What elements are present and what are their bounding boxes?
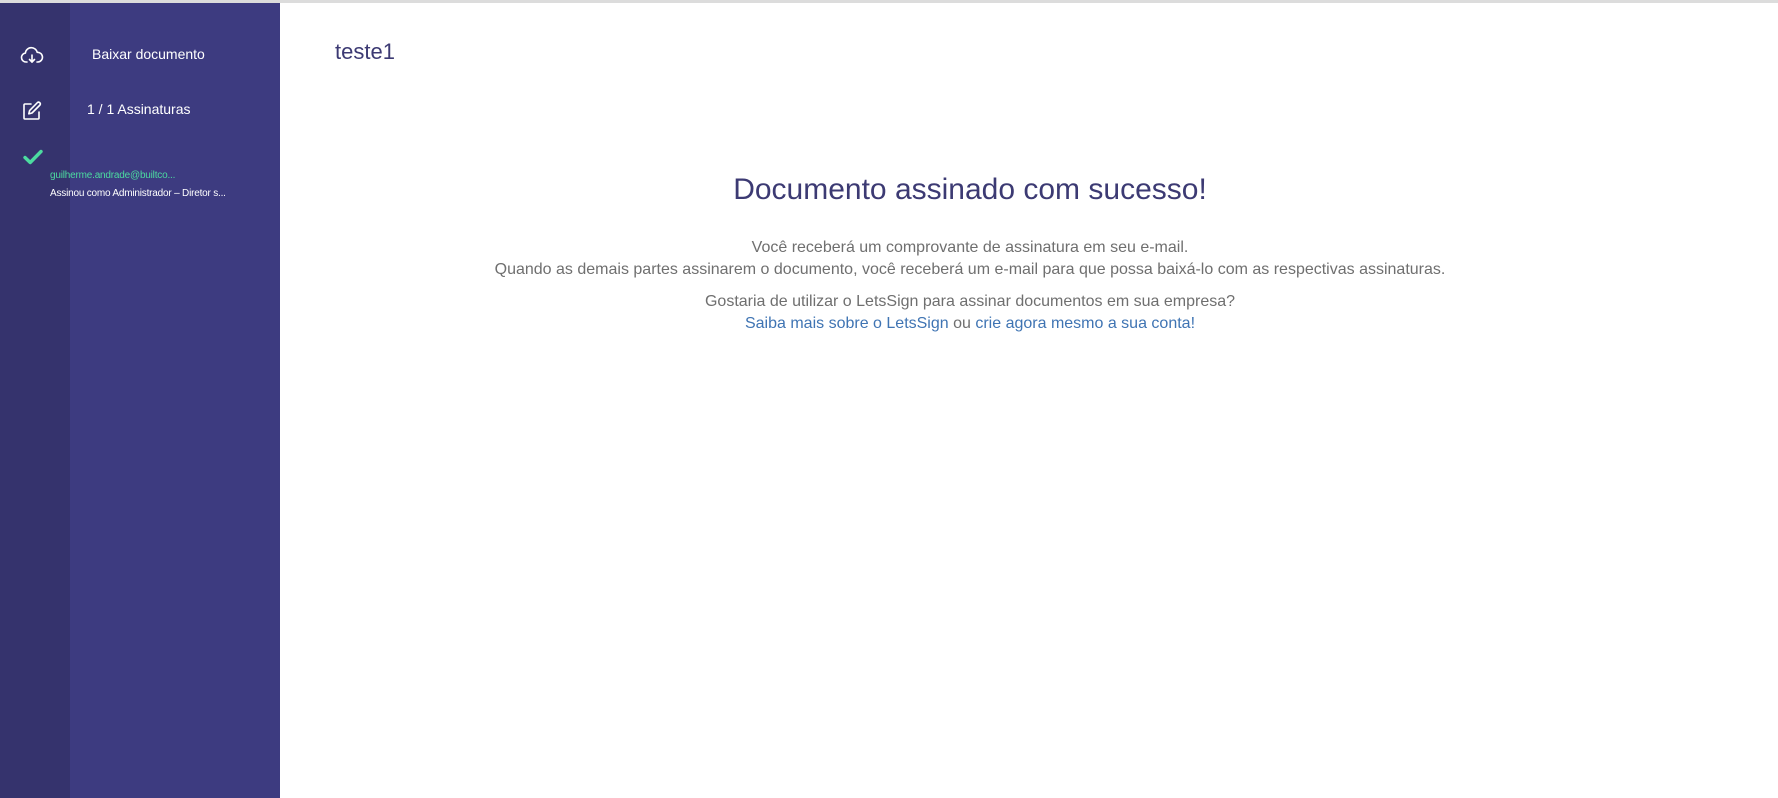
learn-more-link[interactable]: Saiba mais sobre o LetsSign: [745, 315, 949, 332]
success-panel: Documento assinado com sucesso! Você rec…: [280, 173, 1660, 335]
promo-text: Gostaria de utilizar o LetsSign para ass…: [280, 291, 1660, 335]
main-content: teste1 Documento assinado com sucesso! V…: [280, 3, 1778, 798]
create-account-link[interactable]: crie agora mesmo a sua conta!: [975, 315, 1195, 332]
check-icon: [23, 149, 43, 165]
success-heading: Documento assinado com sucesso!: [733, 173, 1207, 206]
info-text: Você receberá um comprovante de assinatu…: [280, 237, 1660, 281]
connector-text: ou: [948, 315, 976, 332]
edit-icon: [23, 101, 42, 120]
promo-links: Saiba mais sobre o LetsSign ou crie agor…: [280, 313, 1660, 335]
signatures-count-label: 1 / 1 Assinaturas: [87, 101, 191, 117]
signer-email: guilherme.andrade@builtco...: [50, 170, 176, 181]
promo-question: Gostaria de utilizar o LetsSign para ass…: [704, 293, 1236, 310]
document-title: teste1: [335, 39, 395, 64]
signatures-button[interactable]: 1 / 1 Assinaturas: [0, 90, 280, 130]
signer-entry: guilherme.andrade@builtco... Assinou com…: [50, 170, 275, 199]
cloud-download-icon: [20, 46, 44, 63]
other-parties-message: Quando as demais partes assinarem o docu…: [494, 261, 1446, 278]
download-document-label: Baixar documento: [92, 46, 205, 62]
download-document-button[interactable]: Baixar documento: [0, 35, 280, 75]
receipt-message: Você receberá um comprovante de assinatu…: [751, 239, 1189, 256]
sidebar: Baixar documento 1 / 1 Assinaturas guilh…: [0, 3, 280, 798]
signer-role: Assinou como Administrador – Diretor s..…: [50, 188, 226, 199]
